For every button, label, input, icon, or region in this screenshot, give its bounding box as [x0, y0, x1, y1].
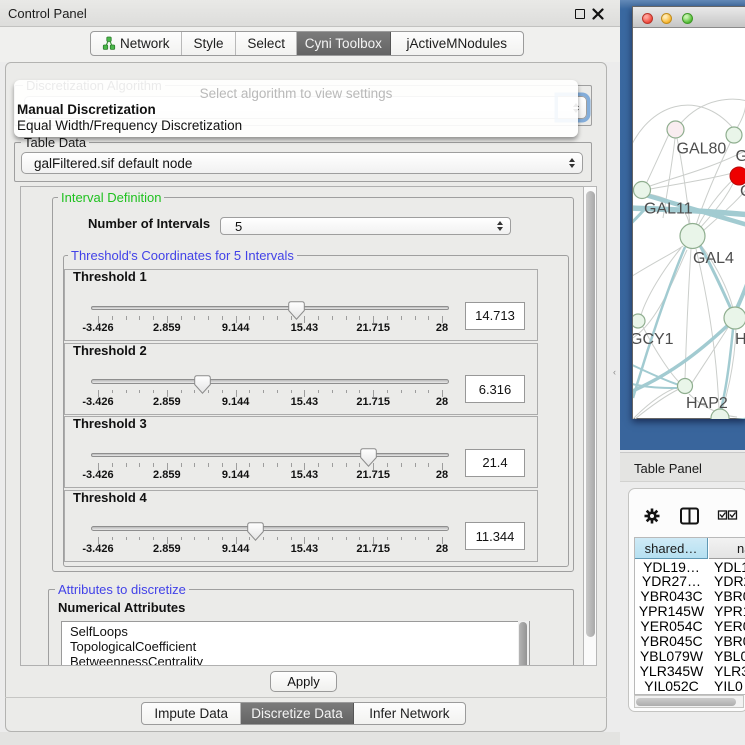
svg-text:H: H: [735, 331, 745, 348]
svg-text:GAL80: GAL80: [677, 141, 727, 158]
svg-text:HAP2: HAP2: [686, 395, 728, 412]
svg-text:GCY1: GCY1: [633, 331, 674, 348]
svg-text:GAL11: GAL11: [644, 201, 693, 218]
svg-text:C: C: [740, 183, 745, 200]
svg-text:GA: GA: [736, 148, 745, 165]
svg-text:GAL4: GAL4: [693, 250, 734, 267]
